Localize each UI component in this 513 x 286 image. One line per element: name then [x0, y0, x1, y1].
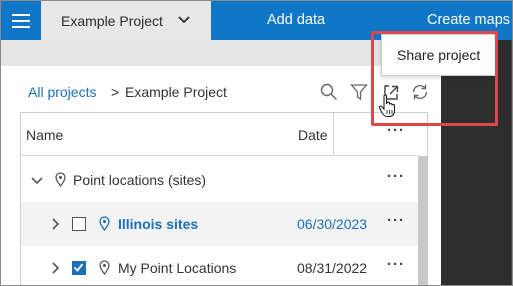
- chevron-right-icon[interactable]: [51, 218, 60, 230]
- row-options-button[interactable]: ···: [387, 256, 405, 273]
- location-pin-icon: [99, 216, 110, 231]
- menu-button[interactable]: [1, 1, 40, 40]
- tab-add-data[interactable]: Add data: [267, 12, 325, 28]
- column-options-button[interactable]: ···: [387, 122, 405, 139]
- project-selector[interactable]: Example Project: [41, 1, 211, 40]
- tab-create-maps[interactable]: Create maps: [427, 12, 510, 28]
- search-button[interactable]: [319, 82, 339, 102]
- tooltip-text: Share project: [397, 47, 481, 63]
- column-divider: [333, 113, 334, 155]
- map-area: [441, 40, 512, 285]
- row-options-button[interactable]: ···: [387, 168, 405, 185]
- chevron-right-icon[interactable]: [51, 262, 60, 274]
- app-window: Example Project Add data Create maps All…: [0, 0, 513, 286]
- search-icon: [320, 83, 337, 100]
- map-divider: [511, 40, 512, 285]
- column-header-date[interactable]: Date: [298, 127, 328, 143]
- breadcrumb-separator: >: [111, 84, 120, 100]
- header-divider: [20, 155, 418, 156]
- location-pin-icon: [55, 172, 66, 187]
- refresh-button[interactable]: [410, 82, 430, 102]
- row-date: 06/30/2023: [297, 216, 368, 232]
- row-name[interactable]: Illinois sites: [118, 216, 198, 232]
- chevron-down-icon[interactable]: [31, 176, 43, 185]
- project-selector-label: Example Project: [61, 12, 163, 29]
- chevron-down-icon: [178, 16, 190, 24]
- filter-button[interactable]: [349, 82, 369, 102]
- location-pin-icon: [99, 260, 110, 275]
- row-name[interactable]: My Point Locations: [118, 260, 236, 276]
- hand-cursor-icon: [378, 94, 396, 118]
- panel-header-strip: [1, 40, 441, 66]
- hamburger-icon: [11, 13, 30, 28]
- column-header-name[interactable]: Name: [26, 127, 63, 143]
- row-name: Point locations (sites): [73, 172, 207, 188]
- row-checkbox[interactable]: [72, 261, 86, 275]
- breadcrumb-all-projects[interactable]: All projects: [28, 84, 96, 100]
- table-row[interactable]: Illinois sites 06/30/2023 ···: [21, 202, 418, 246]
- table-scrollbar[interactable]: [418, 156, 428, 285]
- row-date: 08/31/2022: [297, 260, 368, 276]
- row-checkbox[interactable]: [72, 217, 86, 231]
- checkmark-icon: [73, 263, 84, 272]
- table-row[interactable]: My Point Locations 08/31/2022 ···: [21, 246, 418, 285]
- filter-icon: [350, 84, 368, 101]
- refresh-icon: [412, 84, 428, 100]
- row-options-button[interactable]: ···: [387, 212, 405, 229]
- share-project-tooltip: Share project: [381, 34, 496, 76]
- breadcrumb-current: Example Project: [125, 84, 227, 100]
- table-row[interactable]: Point locations (sites) ···: [21, 158, 418, 202]
